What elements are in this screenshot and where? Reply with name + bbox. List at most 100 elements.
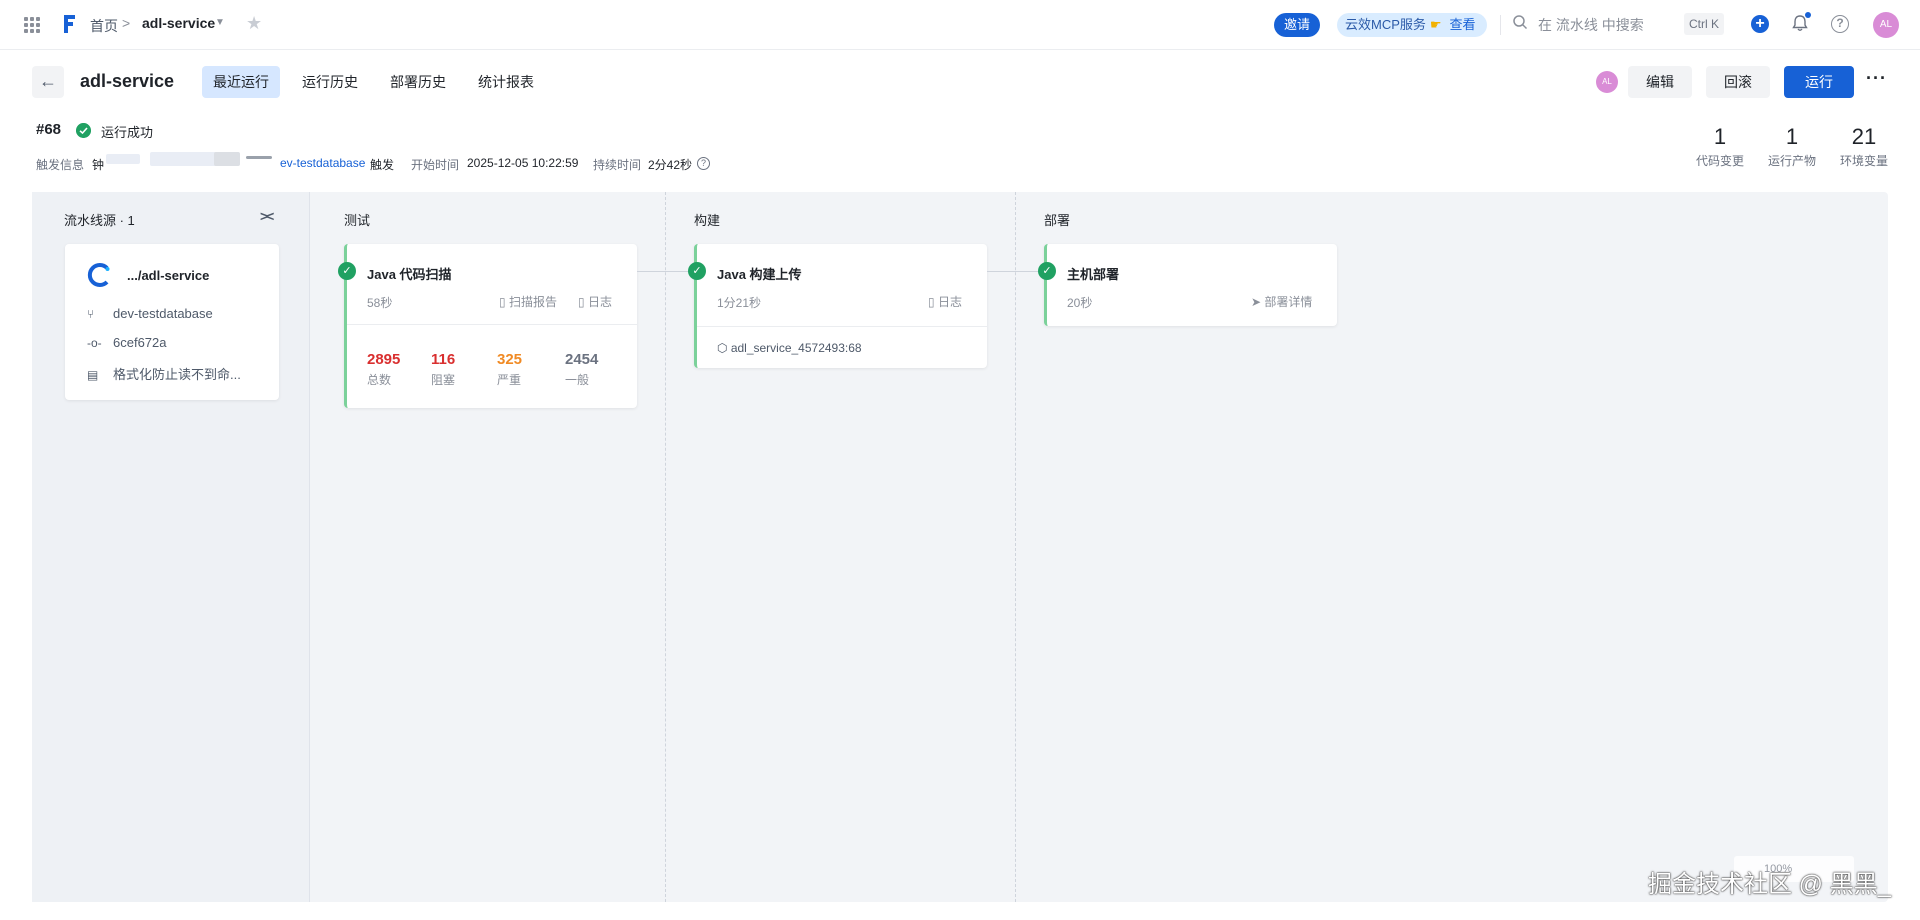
- branch-icon: ⑂: [87, 307, 95, 321]
- env-vars-stat[interactable]: 21 环境变量: [1838, 124, 1890, 169]
- owner-avatar[interactable]: AL: [1596, 71, 1618, 93]
- duration-value: 2分42秒: [648, 158, 693, 172]
- trigger-label: 触发信息: [36, 158, 85, 172]
- deploy-detail-label: 部署详情: [1264, 295, 1313, 309]
- job-card-java-build[interactable]: ✓ Java 构建上传 1分21秒 ▯ 日志 ⬡ adl_service_457…: [688, 244, 987, 368]
- metric-critical-label: 严重: [497, 373, 522, 387]
- search-icon[interactable]: [1512, 14, 1528, 30]
- redacted-block: [150, 152, 220, 166]
- check-icon: ✓: [688, 262, 706, 280]
- apps-grid-icon[interactable]: [24, 17, 40, 33]
- source-message-row: ▤ 格式化防止读不到命...: [87, 364, 241, 383]
- check-icon: ✓: [1038, 262, 1056, 280]
- plus-icon[interactable]: +: [1751, 15, 1769, 33]
- metric-total-label: 总数: [367, 373, 392, 387]
- job-card-host-deploy[interactable]: ✓ 主机部署 20秒 ➤ 部署详情: [1038, 244, 1337, 326]
- metric-critical-value: 325: [497, 351, 523, 368]
- breadcrumb-separator: >: [122, 15, 131, 31]
- divider: [697, 326, 987, 327]
- trigger-action: 触发: [370, 158, 395, 172]
- search-input[interactable]: 在 流水线 中搜索: [1538, 15, 1644, 35]
- redacted-block: [246, 156, 272, 159]
- source-commit[interactable]: 6cef672a: [113, 335, 167, 350]
- scan-report-link[interactable]: ▯ 扫描报告: [499, 293, 557, 310]
- log-label: 日志: [587, 295, 612, 309]
- stage-divider: [1015, 192, 1016, 902]
- document-icon: ▯: [499, 295, 509, 309]
- tab-deploy-history[interactable]: 部署历史: [379, 66, 457, 98]
- back-arrow-icon[interactable]: ←: [32, 66, 64, 98]
- check-icon: ✓: [338, 262, 356, 280]
- scan-report-label: 扫描报告: [508, 295, 557, 309]
- stage-connector: [987, 271, 1043, 272]
- repo-logo-icon: [87, 263, 110, 287]
- artifact-link[interactable]: ⬡ adl_service_4572493:68: [717, 341, 862, 355]
- source-card[interactable]: .../adl-service ⑂ dev-testdatabase -o- 6ce…: [65, 244, 279, 400]
- search-shortcut-hint: Ctrl K: [1684, 13, 1724, 35]
- trigger-user: 钟: [92, 158, 105, 172]
- log-link[interactable]: ▯ 日志: [578, 293, 612, 310]
- trigger-branch-link[interactable]: ev-testdatabase: [280, 156, 365, 170]
- tab-statistics[interactable]: 统计报表: [467, 66, 545, 98]
- star-icon[interactable]: ★: [246, 13, 262, 34]
- tab-run-history[interactable]: 运行历史: [291, 66, 369, 98]
- job-name: Java 构建上传: [717, 267, 802, 282]
- artifact-name: adl_service_4572493:68: [730, 341, 862, 355]
- source-message: 格式化防止读不到命...: [113, 367, 241, 382]
- page-title: adl-service: [80, 71, 175, 91]
- success-check-icon: [76, 123, 91, 138]
- source-branch: dev-testdatabase: [113, 306, 213, 321]
- rollback-button[interactable]: 回滚: [1706, 66, 1770, 98]
- stage-title-build: 构建: [694, 213, 721, 228]
- artifacts-label: 运行产物: [1767, 154, 1816, 168]
- message-icon: ▤: [87, 368, 99, 382]
- help-icon[interactable]: ?: [1831, 15, 1849, 33]
- divider: [1500, 15, 1501, 35]
- code-changes-stat[interactable]: 1 代码变更: [1694, 124, 1746, 169]
- source-commit-row: -o- 6cef672a: [87, 335, 167, 350]
- chevron-down-icon[interactable]: ▼: [215, 17, 225, 28]
- divider: [347, 324, 637, 325]
- log-link[interactable]: ▯ 日志: [928, 293, 962, 310]
- mcp-view-link[interactable]: 查看: [1450, 17, 1476, 32]
- job-duration: 1分21秒: [717, 296, 762, 310]
- run-number: #68: [36, 121, 62, 138]
- breadcrumb-project[interactable]: adl-service: [142, 15, 215, 31]
- tab-recent-runs[interactable]: 最近运行: [202, 66, 280, 98]
- metric-critical: 325 严重: [497, 351, 522, 388]
- repo-name[interactable]: .../adl-service: [127, 268, 209, 283]
- package-icon: ⬡: [717, 341, 731, 355]
- commit-icon: -o-: [87, 336, 102, 350]
- edit-button[interactable]: 编辑: [1628, 66, 1692, 98]
- more-icon[interactable]: ···: [1866, 68, 1887, 89]
- source-branch-row: ⑂ dev-testdatabase: [87, 306, 213, 321]
- top-navigation-bar: 首页 > adl-service ▼ ★ 邀请 云效MCP服务 ☛ 查看 在 流水线…: [0, 0, 1920, 50]
- mcp-service-banner[interactable]: 云效MCP服务 ☛ 查看: [1337, 13, 1487, 37]
- log-label: 日志: [937, 295, 962, 309]
- stage-divider: [665, 192, 666, 902]
- metric-blocker: 116 阻塞: [431, 351, 455, 388]
- help-icon[interactable]: ?: [697, 157, 710, 170]
- invite-button[interactable]: 邀请: [1274, 13, 1321, 37]
- logo-icon[interactable]: [60, 13, 78, 35]
- job-duration: 58秒: [367, 296, 393, 310]
- start-time-label: 开始时间: [411, 158, 460, 172]
- metric-normal-label: 一般: [565, 373, 590, 387]
- artifacts-stat[interactable]: 1 运行产物: [1766, 124, 1818, 169]
- stage-title-test: 测试: [344, 213, 371, 228]
- collapse-icon[interactable]: ><: [260, 208, 274, 224]
- user-avatar[interactable]: AL: [1873, 12, 1899, 38]
- job-card-java-scan[interactable]: ✓ Java 代码扫描 58秒 ▯ 扫描报告 ▯ 日志 2895 总数 116 …: [338, 244, 637, 408]
- deploy-detail-link[interactable]: ➤ 部署详情: [1251, 293, 1312, 310]
- watermark: 掘金技术社区 @ 黑黑_: [1648, 871, 1892, 898]
- breadcrumb-home[interactable]: 首页: [90, 16, 118, 36]
- metric-normal: 2454 一般: [565, 351, 598, 388]
- code-changes-count: 1: [1713, 124, 1727, 149]
- mcp-service-label: 云效MCP服务: [1345, 17, 1426, 32]
- source-column-title: 流水线源 · 1: [64, 213, 135, 228]
- metric-total-value: 2895: [367, 351, 401, 368]
- redacted-block: [214, 152, 240, 166]
- metric-blocker-label: 阻塞: [431, 373, 456, 387]
- run-status: 运行成功: [101, 125, 154, 140]
- run-button[interactable]: 运行: [1784, 66, 1854, 98]
